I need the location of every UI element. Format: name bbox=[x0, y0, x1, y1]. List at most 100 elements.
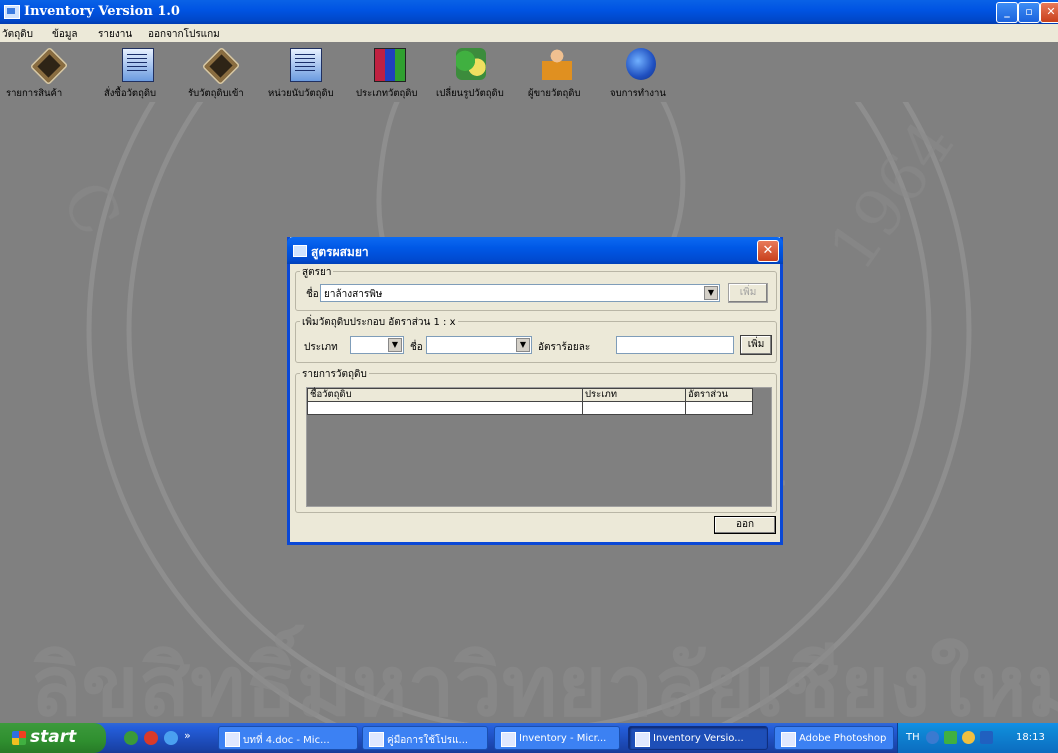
task-label: Inventory - Micr... bbox=[519, 733, 607, 744]
toolbar-supplier[interactable]: ผู้ขายวัตถุดิบ bbox=[524, 42, 596, 102]
document-icon bbox=[122, 48, 154, 82]
watermark-footer-text: ลิขสิทธิ์มหาวิทยาลัยเชียงใหม่ bbox=[30, 624, 1058, 735]
task-button-inventory-version[interactable]: Inventory Versio... bbox=[628, 726, 768, 750]
window-title: Inventory Version 1.0 bbox=[24, 4, 180, 19]
toolbar-label: เปลี่ยนรูปวัตถุดิบ bbox=[436, 88, 504, 99]
task-label: Inventory Versio... bbox=[653, 733, 744, 744]
quicklaunch-desktop-icon[interactable] bbox=[124, 731, 138, 745]
toolbar: รายการสินค้า สั่งซื้อวัตถุดิบ รับวัตถุดิ… bbox=[0, 42, 1058, 102]
access-icon bbox=[501, 732, 516, 747]
type-label: ประเภท bbox=[304, 342, 338, 353]
toolbar-label: รับวัตถุดิบเข้า bbox=[188, 88, 244, 99]
table-cell[interactable] bbox=[685, 402, 753, 415]
menu-item-report[interactable]: รายงาน bbox=[98, 27, 132, 42]
add-formula-button[interactable]: เพิ่ม bbox=[728, 283, 768, 303]
quicklaunch-media-icon[interactable] bbox=[144, 731, 158, 745]
toolbar-label: ประเภทวัตถุดิบ bbox=[356, 88, 418, 99]
window-title-bar[interactable]: Inventory Version 1.0 _ ▫ ✕ bbox=[0, 0, 1058, 24]
formula-name-combo[interactable]: ยาล้างสารพิษ ▼ bbox=[320, 284, 720, 302]
svg-text:C: C bbox=[46, 169, 135, 248]
quicklaunch-more-icon[interactable]: » bbox=[184, 729, 191, 742]
type-combo[interactable]: ▼ bbox=[350, 336, 404, 354]
close-button[interactable]: ✕ bbox=[1040, 2, 1058, 23]
task-button-photoshop[interactable]: Adobe Photoshop bbox=[774, 726, 894, 750]
column-header-type[interactable]: ประเภท bbox=[582, 388, 686, 402]
menu-item-data[interactable]: ข้อมูล bbox=[52, 27, 78, 42]
task-button-access-inventory[interactable]: Inventory - Micr... bbox=[494, 726, 620, 750]
task-button-word-manual[interactable]: คู่มือการใช้โปรแ... bbox=[362, 726, 488, 750]
exit-button[interactable]: ออก bbox=[714, 516, 776, 534]
gem-icon bbox=[201, 46, 241, 86]
toolbar-receive-material[interactable]: รับวัตถุดิบเข้า bbox=[178, 42, 258, 102]
toolbar-transform-material[interactable]: เปลี่ยนรูปวัตถุดิบ bbox=[436, 42, 518, 102]
dialog-close-button[interactable]: ✕ bbox=[757, 240, 779, 262]
menu-item-material[interactable]: วัตถุดิบ bbox=[2, 27, 33, 42]
task-button-word-chapter4[interactable]: บทที่ 4.doc - Mic... bbox=[218, 726, 358, 750]
quicklaunch-ie-icon[interactable] bbox=[164, 731, 178, 745]
toolbar-unit[interactable]: หน่วยนับวัตถุดิบ bbox=[262, 42, 354, 102]
menu-bar: วัตถุดิบ ข้อมูล รายงาน ออกจากโปรแกม bbox=[0, 24, 1058, 42]
table-header: ชื่อวัตถุดิบ ประเภท อัตราส่วน bbox=[307, 388, 753, 402]
toolbar-label: สั่งซื้อวัตถุดิบ bbox=[104, 88, 157, 99]
ingredient-group: เพิ่มวัตถุดิบประกอบ อัตราส่วน 1 : x ประเ… bbox=[295, 315, 777, 363]
minimize-button[interactable]: _ bbox=[996, 2, 1018, 23]
chevron-down-icon[interactable]: ▼ bbox=[388, 338, 402, 352]
toolbar-end-work[interactable]: จบการทำงาน bbox=[600, 42, 674, 102]
globe-icon bbox=[626, 48, 656, 80]
percent-label: อัตราร้อยละ bbox=[538, 342, 591, 353]
word-icon bbox=[225, 732, 240, 747]
app-icon bbox=[4, 5, 20, 19]
ingredient-name-combo[interactable]: ▼ bbox=[426, 336, 532, 354]
menu-item-exit[interactable]: ออกจากโปรแกม bbox=[148, 27, 220, 42]
column-header-name[interactable]: ชื่อวัตถุดิบ bbox=[307, 388, 583, 402]
tray-network-icon[interactable] bbox=[962, 731, 975, 744]
dialog-icon bbox=[293, 245, 307, 257]
formula-name-label: ชื่อ bbox=[306, 289, 319, 300]
tray-volume-icon[interactable] bbox=[980, 731, 993, 744]
svg-text:1964: 1964 bbox=[815, 108, 969, 284]
percent-input[interactable] bbox=[616, 336, 734, 354]
ingredient-group-legend: เพิ่มวัตถุดิบประกอบ อัตราส่วน 1 : x bbox=[300, 315, 458, 330]
toolbar-product-list[interactable]: รายการสินค้า bbox=[0, 42, 88, 102]
table-cell[interactable] bbox=[582, 402, 686, 415]
photoshop-icon bbox=[781, 732, 796, 747]
taskbar: start » บทที่ 4.doc - Mic... คู่มือการใช… bbox=[0, 723, 1058, 753]
system-tray: TH 18:13 bbox=[897, 723, 1058, 753]
gem-icon bbox=[29, 46, 69, 86]
maximize-button[interactable]: ▫ bbox=[1018, 2, 1040, 23]
table-row[interactable] bbox=[307, 402, 753, 415]
toolbar-label: หน่วยนับวัตถุดิบ bbox=[268, 88, 334, 99]
document-icon bbox=[290, 48, 322, 82]
start-button[interactable]: start bbox=[0, 723, 106, 753]
toolbar-material-type[interactable]: ประเภทวัตถุดิบ bbox=[354, 42, 436, 102]
person-icon bbox=[542, 48, 572, 80]
toolbar-label: รายการสินค้า bbox=[6, 88, 63, 99]
toolbar-label: ผู้ขายวัตถุดิบ bbox=[528, 88, 581, 99]
chevron-down-icon[interactable]: ▼ bbox=[516, 338, 530, 352]
word-icon bbox=[369, 732, 384, 747]
task-label: บทที่ 4.doc - Mic... bbox=[243, 735, 330, 746]
language-indicator[interactable]: TH bbox=[906, 732, 920, 743]
column-header-ratio[interactable]: อัตราส่วน bbox=[685, 388, 753, 402]
start-label: start bbox=[30, 727, 77, 747]
formula-group: สูตรยา ชื่อ ยาล้างสารพิษ ▼ เพิ่ม bbox=[295, 265, 777, 311]
chevron-down-icon[interactable]: ▼ bbox=[704, 286, 718, 300]
ingredient-table[interactable]: ชื่อวัตถุดิบ ประเภท อัตราส่วน bbox=[306, 387, 772, 507]
dialog-title: สูตรผสมยา bbox=[311, 245, 369, 259]
tools-icon bbox=[456, 48, 486, 80]
language-bar-icon[interactable] bbox=[926, 731, 939, 744]
task-label: Adobe Photoshop bbox=[799, 733, 887, 744]
app-window-icon bbox=[635, 732, 650, 747]
clock[interactable]: 18:13 bbox=[1016, 732, 1045, 743]
toolbar-order-material[interactable]: สั่งซื้อวัตถุดิบ bbox=[92, 42, 174, 102]
formula-dialog: สูตรผสมยา ✕ สูตรยา ชื่อ ยาล้างสารพิษ ▼ เ… bbox=[287, 237, 783, 545]
formula-group-legend: สูตรยา bbox=[300, 265, 334, 280]
tray-app-icon[interactable] bbox=[944, 731, 957, 744]
table-cell[interactable] bbox=[307, 402, 583, 415]
books-icon bbox=[374, 48, 406, 82]
toolbar-label: จบการทำงาน bbox=[610, 88, 666, 99]
formula-name-value: ยาล้างสารพิษ bbox=[324, 289, 383, 300]
add-ingredient-button[interactable]: เพิ่ม bbox=[740, 335, 772, 355]
ingredient-list-legend: รายการวัตถุดิบ bbox=[300, 367, 369, 382]
dialog-title-bar[interactable]: สูตรผสมยา ✕ bbox=[287, 237, 783, 264]
